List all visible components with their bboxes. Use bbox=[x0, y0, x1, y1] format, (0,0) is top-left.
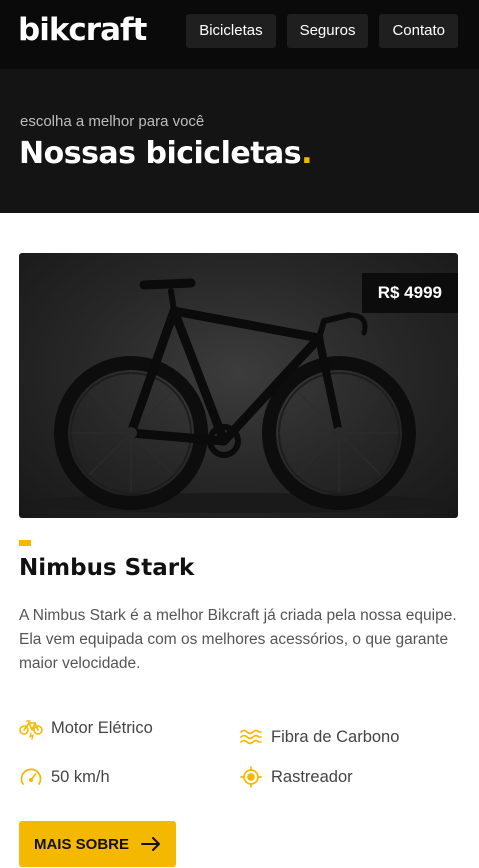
hero-section: escolha a melhor para você Nossas bicicl… bbox=[0, 69, 479, 213]
accent-bar bbox=[19, 540, 31, 546]
feature-motor: Motor Elétrico bbox=[19, 716, 153, 740]
main-nav: Bicicletas Seguros Contato bbox=[186, 14, 458, 48]
product-description: A Nimbus Stark é a melhor Bikcraft já cr… bbox=[19, 607, 457, 672]
feature-label: 50 km/h bbox=[51, 767, 110, 786]
page-title-text: Nossas bicicletas bbox=[19, 136, 302, 171]
title-accent-dot: . bbox=[301, 136, 313, 171]
feature-label: Rastreador bbox=[271, 767, 353, 786]
page-title: Nossas bicicletas. bbox=[19, 136, 313, 171]
carbon-fiber-icon bbox=[240, 729, 262, 745]
more-info-button[interactable]: MAIS SOBRE bbox=[19, 821, 176, 867]
gps-tracker-icon bbox=[240, 766, 262, 788]
feature-tracker: Rastreador bbox=[239, 765, 353, 789]
product-image[interactable]: R$ 4999 bbox=[19, 253, 458, 518]
nav-link-bicicletas[interactable]: Bicicletas bbox=[186, 14, 276, 48]
nav-link-seguros[interactable]: Seguros bbox=[286, 14, 369, 48]
feature-carbon: Fibra de Carbono bbox=[239, 725, 399, 749]
more-info-label: MAIS SOBRE bbox=[33, 835, 129, 853]
feature-label: Motor Elétrico bbox=[51, 718, 153, 737]
product-name: Nimbus Stark bbox=[19, 555, 195, 581]
arrow-right-icon bbox=[141, 837, 160, 851]
logo[interactable]: bikcraft bbox=[18, 12, 147, 48]
site-header: bikcraft Bicicletas Seguros Contato bbox=[0, 0, 479, 69]
feature-label: Fibra de Carbono bbox=[271, 727, 400, 746]
speedometer-icon bbox=[20, 768, 42, 785]
price-tag: R$ 4999 bbox=[361, 273, 458, 313]
hero-subtitle: escolha a melhor para você bbox=[20, 113, 205, 130]
electric-bike-icon bbox=[19, 720, 43, 740]
feature-speed: 50 km/h bbox=[19, 765, 110, 789]
nav-link-contato[interactable]: Contato bbox=[379, 14, 458, 48]
